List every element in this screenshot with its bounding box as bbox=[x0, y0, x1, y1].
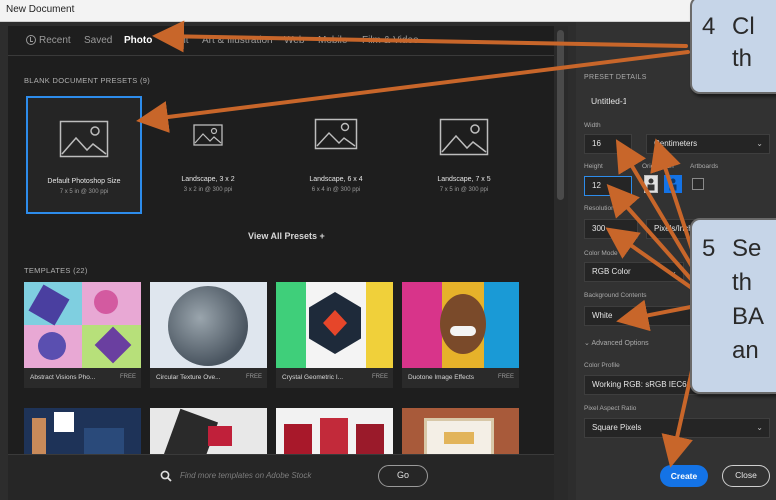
preset-size: 7 x 5 in @ 300 ppi bbox=[439, 187, 489, 193]
landscape-orientation-icon[interactable] bbox=[664, 175, 682, 193]
create-button[interactable]: Create bbox=[660, 465, 708, 487]
callout-line: Cl bbox=[732, 13, 755, 40]
preset-default-photoshop-size[interactable]: Default Photoshop Size 7 x 5 in @ 300 pp… bbox=[26, 96, 142, 214]
preset-landscape-6x4[interactable]: Landscape, 6 x 4 6 x 4 in @ 300 ppi bbox=[278, 96, 394, 214]
callout-line: th bbox=[732, 45, 753, 72]
preset-size: 3 x 2 in @ 300 ppi bbox=[183, 187, 233, 193]
tab-web[interactable]: Web bbox=[284, 35, 304, 46]
callout-line: Se bbox=[732, 235, 762, 262]
template-crystal-geometric[interactable]: Crystal Geometric I... FREE bbox=[276, 282, 393, 388]
preset-name: Default Photoshop Size bbox=[47, 178, 121, 185]
stock-search-bar: Find more templates on Adobe Stock Go bbox=[8, 454, 554, 500]
callout-step-5: 5 Se th BA an bbox=[690, 218, 776, 394]
tab-mobile[interactable]: Mobile bbox=[318, 35, 347, 46]
pixel-aspect-ratio-dropdown[interactable]: Square Pixels ⌄ bbox=[584, 418, 770, 438]
template-thumbnail bbox=[150, 282, 267, 368]
image-placeholder-icon bbox=[193, 124, 223, 146]
tab-saved[interactable]: Saved bbox=[84, 35, 112, 46]
stock-search-input[interactable]: Find more templates on Adobe Stock bbox=[180, 471, 311, 480]
presets-scrollbar[interactable] bbox=[554, 26, 568, 500]
template-abstract-visions[interactable]: Abstract Visions Pho... FREE bbox=[24, 282, 141, 388]
artboards-label: Artboards bbox=[690, 163, 719, 170]
tab-film-video[interactable]: Film & Video bbox=[362, 35, 419, 46]
presets-pane: Recent Saved Photo Print Art & Illustrat… bbox=[8, 26, 554, 500]
category-tabs: Recent Saved Photo Print Art & Illustrat… bbox=[8, 26, 554, 56]
width-field[interactable]: 16 bbox=[584, 134, 632, 154]
image-placeholder-icon bbox=[59, 120, 109, 158]
callout-step-4: 4 Cl th bbox=[690, 0, 776, 94]
color-profile-label: Color Profile bbox=[584, 362, 620, 369]
free-badge: FREE bbox=[497, 374, 514, 380]
units-dropdown[interactable]: Centimeters ⌄ bbox=[646, 134, 770, 154]
presets-heading: BLANK DOCUMENT PRESETS (9) bbox=[24, 76, 151, 85]
image-placeholder-icon bbox=[314, 118, 358, 150]
preset-landscape-3x2[interactable]: Landscape, 3 x 2 3 x 2 in @ 300 ppi bbox=[150, 96, 266, 214]
template-circular-texture[interactable]: Circular Texture Ove... FREE bbox=[150, 282, 267, 388]
resolution-field[interactable]: 300 bbox=[584, 219, 638, 239]
tab-recent[interactable]: Recent bbox=[26, 35, 71, 46]
free-badge: FREE bbox=[371, 374, 388, 380]
callout-step-number: 4 bbox=[702, 13, 716, 40]
free-badge: FREE bbox=[245, 374, 262, 380]
chevron-down-icon: ⌄ bbox=[756, 423, 763, 432]
go-button[interactable]: Go bbox=[378, 465, 428, 487]
width-label: Width bbox=[584, 122, 601, 129]
callout-line: th bbox=[732, 269, 753, 296]
color-mode-dropdown[interactable]: RGB Color ⌄ bbox=[584, 262, 684, 282]
document-name-field[interactable]: Untitled-1 bbox=[584, 92, 626, 112]
tab-art-illustration[interactable]: Art & Illustration bbox=[202, 35, 273, 46]
advanced-options-toggle[interactable]: ⌄ Advanced Options bbox=[584, 339, 649, 347]
preset-size: 7 x 5 in @ 300 ppi bbox=[59, 189, 109, 195]
image-placeholder-icon bbox=[439, 118, 489, 156]
template-thumbnail bbox=[402, 282, 519, 368]
orientation-label: Orientation bbox=[642, 163, 674, 170]
portrait-orientation-icon[interactable] bbox=[644, 175, 658, 193]
free-badge: FREE bbox=[119, 374, 136, 380]
scrollbar-thumb[interactable] bbox=[557, 30, 564, 200]
template-thumbnail bbox=[276, 282, 393, 368]
window-title: New Document bbox=[6, 4, 75, 15]
template-name: Duotone Image Effects bbox=[408, 374, 475, 381]
close-button[interactable]: Close bbox=[722, 465, 770, 487]
window-titlebar: New Document bbox=[0, 0, 776, 22]
template-name: Crystal Geometric I... bbox=[282, 374, 344, 381]
chevron-down-icon: ⌄ bbox=[756, 139, 763, 148]
clock-icon bbox=[26, 35, 36, 45]
new-document-dialog: Recent Saved Photo Print Art & Illustrat… bbox=[0, 22, 776, 500]
template-name: Circular Texture Ove... bbox=[156, 374, 221, 381]
pixel-aspect-ratio-label: Pixel Aspect Ratio bbox=[584, 405, 637, 412]
template-thumbnail bbox=[24, 282, 141, 368]
preset-name: Landscape, 6 x 4 bbox=[309, 176, 363, 183]
template-name: Abstract Visions Pho... bbox=[30, 374, 96, 381]
tab-print[interactable]: Print bbox=[168, 35, 189, 46]
preset-size: 6 x 4 in @ 300 ppi bbox=[311, 187, 361, 193]
preset-details-heading: PRESET DETAILS bbox=[584, 74, 647, 81]
chevron-down-icon: ⌄ bbox=[670, 267, 677, 276]
height-label: Height bbox=[584, 163, 603, 170]
height-field[interactable]: 12 bbox=[584, 176, 632, 196]
search-icon bbox=[160, 470, 172, 482]
background-contents-label: Background Contents bbox=[584, 292, 647, 299]
templates-heading: TEMPLATES (22) bbox=[24, 266, 88, 275]
resolution-label: Resolution bbox=[584, 205, 615, 212]
callout-step-number: 5 bbox=[702, 235, 716, 262]
preset-name: Landscape, 7 x 5 bbox=[437, 176, 491, 183]
tab-photo[interactable]: Photo bbox=[124, 35, 152, 46]
callout-line: BA bbox=[732, 303, 765, 330]
color-mode-label: Color Mode bbox=[584, 250, 618, 257]
preset-landscape-7x5[interactable]: Landscape, 7 x 5 7 x 5 in @ 300 ppi bbox=[406, 96, 522, 214]
template-duotone-image-effects[interactable]: Duotone Image Effects FREE bbox=[402, 282, 519, 388]
artboards-checkbox[interactable] bbox=[692, 178, 704, 190]
view-all-presets-link[interactable]: View All Presets + bbox=[248, 231, 325, 241]
callout-line: an bbox=[732, 337, 759, 364]
preset-name: Landscape, 3 x 2 bbox=[181, 176, 235, 183]
